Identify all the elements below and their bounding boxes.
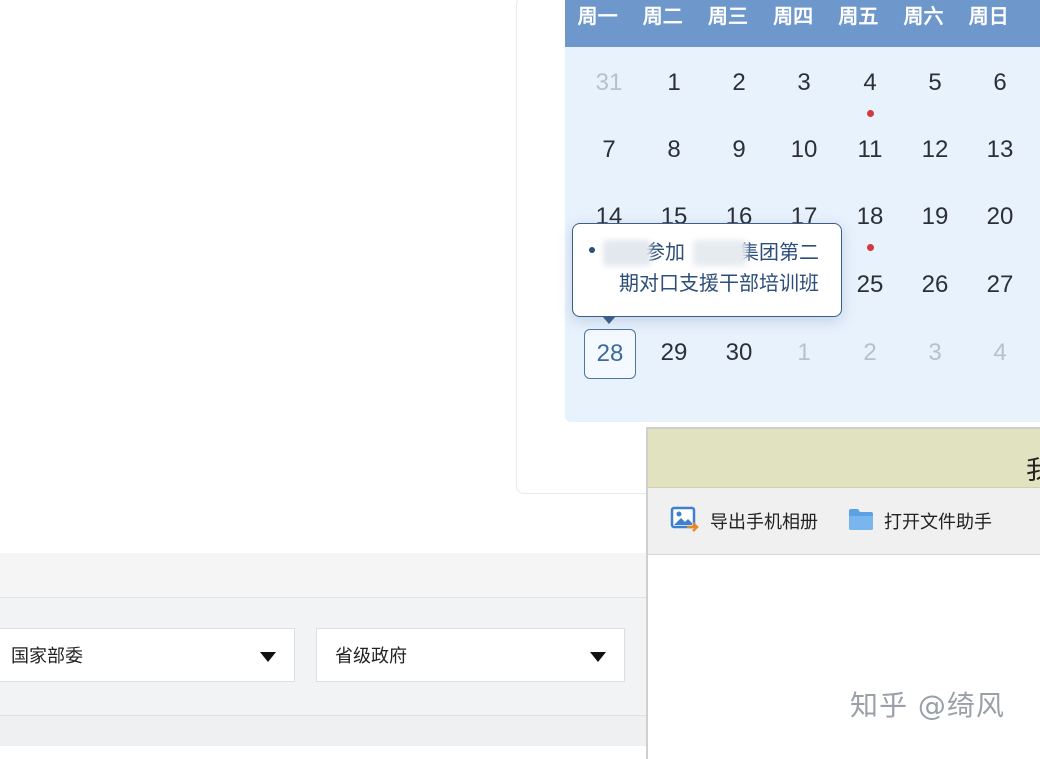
calendar-day-next-month[interactable]: 1 xyxy=(778,335,830,385)
calendar-day[interactable]: 10 xyxy=(778,132,830,182)
calendar-day-next-month[interactable]: 2 xyxy=(844,335,896,385)
calendar-day[interactable]: 3 xyxy=(778,65,830,115)
caret-down-icon xyxy=(590,652,606,662)
redacted-text xyxy=(693,240,747,266)
open-file-helper-label: 打开文件助手 xyxy=(884,512,992,532)
calendar-day-selected[interactable]: 28 xyxy=(584,329,636,379)
calendar-day[interactable]: 9 xyxy=(713,132,765,182)
event-dot xyxy=(866,244,874,251)
calendar-day[interactable]: 19 xyxy=(909,199,961,249)
weekday-label: 周二 xyxy=(642,6,683,28)
calendar-day[interactable]: 7 xyxy=(583,132,635,182)
redacted-text xyxy=(603,240,651,266)
tooltip-line-2: 期对口支援干部培训班 xyxy=(619,273,819,295)
province-select-value: 省级政府 xyxy=(335,646,407,666)
calendar-day[interactable]: 26 xyxy=(909,267,961,317)
folder-icon xyxy=(848,507,874,536)
export-album-button[interactable]: 导出手机相册 xyxy=(670,488,818,554)
tooltip-arrow xyxy=(602,316,616,324)
event-dot xyxy=(866,110,874,117)
weekday-label: 周日 xyxy=(968,6,1009,28)
calendar-day-prev-month[interactable]: 31 xyxy=(583,65,635,115)
calendar-day[interactable]: 30 xyxy=(713,335,765,385)
photo-export-icon xyxy=(670,505,700,538)
calendar-day-next-month[interactable]: 3 xyxy=(909,335,961,385)
province-select[interactable]: 省级政府 xyxy=(316,628,625,682)
window-toolbar: 导出手机相册 打开文件助手 xyxy=(648,488,1040,555)
watermark: 知乎 @绮风 xyxy=(850,689,1005,722)
calendar-weekday-header: 周一 周二 周三 周四 周五 周六 周日 xyxy=(565,0,1040,47)
calendar-day[interactable]: 29 xyxy=(648,335,700,385)
calendar-day[interactable]: 25 xyxy=(844,267,896,317)
calendar-day[interactable]: 6 xyxy=(974,65,1026,115)
weekday-label: 周五 xyxy=(838,6,879,28)
ministry-select-value: 国家部委 xyxy=(11,646,83,666)
section-footer-strip xyxy=(0,715,650,746)
calendar: 周一 周二 周三 周四 周五 周六 周日 31 1 2 3 4 5 6 7 8 … xyxy=(565,0,1040,422)
calendar-day[interactable]: 27 xyxy=(974,267,1026,317)
calendar-day[interactable]: 5 xyxy=(909,65,961,115)
window-title-bar: 我 xyxy=(648,429,1040,488)
caret-down-icon xyxy=(260,652,276,662)
calendar-day-has-event[interactable]: 4 xyxy=(844,65,896,117)
event-tooltip: 参加 集团第二 期对口支援干部培训班 xyxy=(572,223,842,317)
section-header-strip xyxy=(0,553,650,598)
calendar-day[interactable]: 11 xyxy=(844,132,896,182)
calendar-day[interactable]: 2 xyxy=(713,65,765,115)
calendar-day-has-event[interactable]: 18 xyxy=(844,199,896,251)
open-file-helper-button[interactable]: 打开文件助手 xyxy=(848,488,992,554)
calendar-day[interactable]: 20 xyxy=(974,199,1026,249)
weekday-label: 周六 xyxy=(903,6,944,28)
ministry-select[interactable]: 国家部委 xyxy=(0,628,295,682)
calendar-day[interactable]: 1 xyxy=(648,65,700,115)
window-title: 我 xyxy=(1026,441,1040,499)
weekday-label: 周三 xyxy=(707,6,748,28)
calendar-day[interactable]: 12 xyxy=(909,132,961,182)
weekday-label: 周一 xyxy=(577,6,618,28)
export-album-label: 导出手机相册 xyxy=(710,512,818,532)
weekday-label: 周四 xyxy=(773,6,814,28)
calendar-day-next-month[interactable]: 4 xyxy=(974,335,1026,385)
calendar-day[interactable]: 8 xyxy=(648,132,700,182)
tooltip-bullet xyxy=(589,247,595,253)
calendar-day[interactable]: 13 xyxy=(974,132,1026,182)
